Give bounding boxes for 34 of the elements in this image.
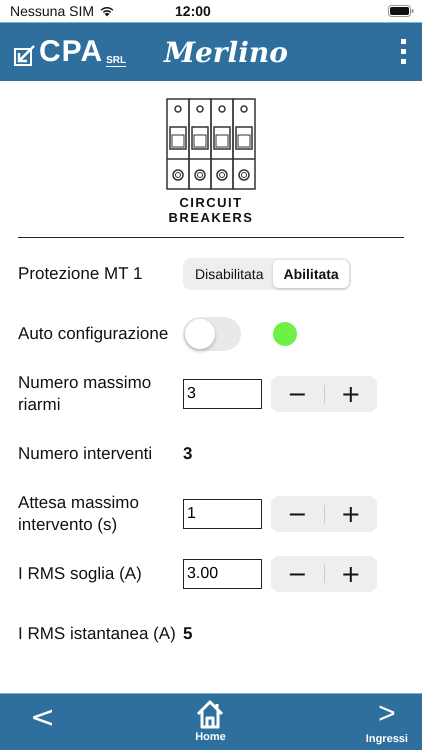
app-title: Merlino: [164, 36, 289, 68]
battery-icon: [388, 5, 414, 17]
input-field[interactable]: 3: [183, 379, 262, 409]
toggle-switch[interactable]: [183, 317, 241, 351]
value-text: 3: [183, 444, 192, 464]
input-field[interactable]: 3.00: [183, 559, 262, 589]
menu-icon[interactable]: [400, 38, 408, 66]
field-label: Numero interventi: [18, 443, 154, 465]
field-label: Numero massimo riarmi: [18, 372, 152, 416]
increment-button[interactable]: +: [324, 556, 377, 592]
decrement-button[interactable]: −: [271, 496, 324, 532]
logo-text: CPA: [39, 37, 104, 67]
checkbox-arrow-icon: [14, 45, 36, 67]
clock-text: 12:00: [175, 3, 211, 19]
field-label: I RMS soglia (A): [18, 563, 143, 585]
wifi-icon: [99, 5, 116, 17]
forward-button[interactable]: > Ingressi: [366, 694, 408, 745]
home-button[interactable]: Home: [194, 694, 226, 743]
carrier-text: Nessuna SIM: [10, 3, 94, 19]
segment-option[interactable]: Abilitata: [273, 260, 349, 288]
field-label: Protezione MT 1: [18, 263, 144, 285]
field-label: Auto configurazione: [18, 323, 170, 345]
decrement-button[interactable]: −: [271, 556, 324, 592]
device-caption: CIRCUIT BREAKERS: [168, 195, 254, 225]
value-text: 5: [183, 624, 192, 644]
increment-button[interactable]: +: [324, 496, 377, 532]
segment-option[interactable]: Disabilitata: [185, 260, 274, 288]
decrement-button[interactable]: −: [271, 376, 324, 412]
increment-button[interactable]: +: [324, 376, 377, 412]
input-field[interactable]: 1: [183, 499, 262, 529]
field-label: Attesa massimo intervento (s): [18, 492, 140, 536]
logo-suffix: SRL: [106, 55, 126, 67]
field-label: I RMS istantanea (A): [18, 623, 177, 645]
back-button[interactable]: <: [30, 700, 56, 736]
